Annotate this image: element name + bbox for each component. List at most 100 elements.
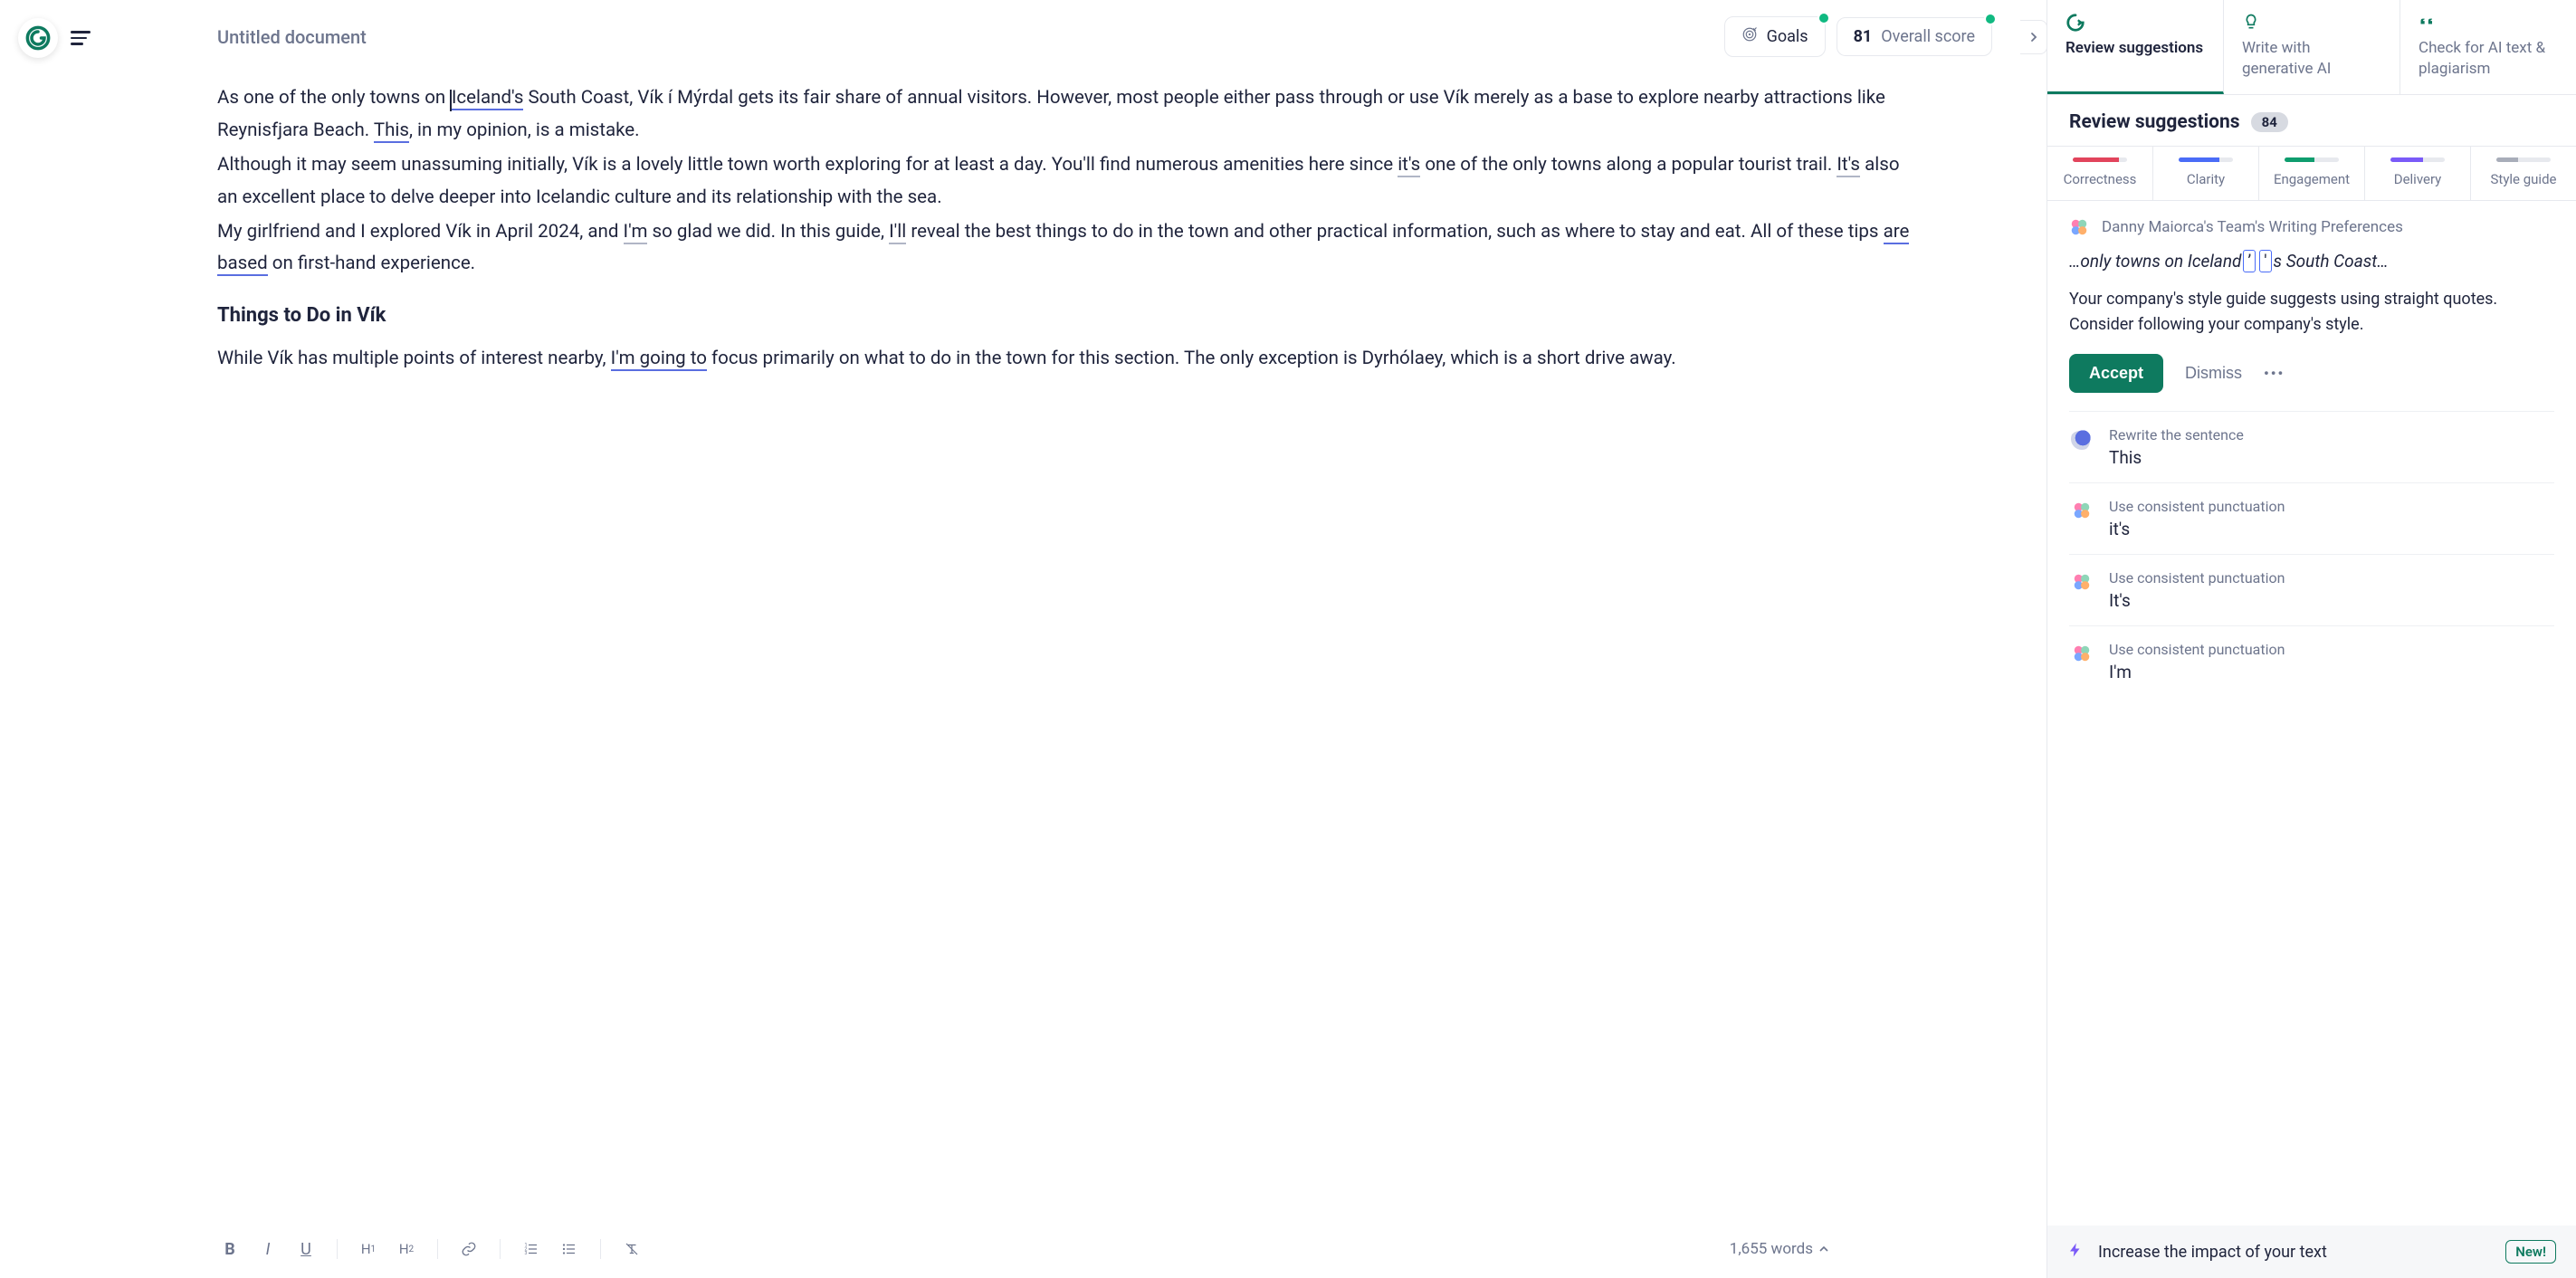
text: one of the only towns along a popular to…: [1420, 154, 1837, 176]
bolt-icon: [2067, 1242, 2084, 1262]
editor-content[interactable]: As one of the only towns on Iceland's So…: [0, 73, 2046, 1278]
replacement-char: ’: [2243, 250, 2256, 272]
suggestion-underline[interactable]: Iceland's: [452, 87, 524, 110]
style-guide-icon: [2069, 498, 2094, 523]
style-guide-icon: [2069, 217, 2089, 237]
separator: [437, 1239, 438, 1259]
word-count[interactable]: 1,655 words: [1730, 1240, 1829, 1258]
category-correctness[interactable]: Correctness: [2047, 147, 2153, 200]
suggestion-row[interactable]: Use consistent punctuation I'm: [2069, 625, 2554, 697]
suggestions-sidebar: Review suggestions Write with generative…: [2046, 0, 2576, 1278]
featured-suggestion-card: Danny Maiorca's Team's Writing Preferenc…: [2069, 201, 2554, 411]
replacement-char: ': [2259, 250, 2271, 272]
grammarly-logo[interactable]: [18, 18, 58, 58]
text: While Vík has multiple points of interes…: [217, 348, 611, 369]
text: focus primarily on what to do in the tow…: [707, 348, 1676, 369]
impact-banner[interactable]: Increase the impact of your text New!: [2047, 1226, 2576, 1278]
formatting-toolbar: B I U H1 H2 123 1,655 words: [0, 1224, 2046, 1278]
document-title[interactable]: Untitled document: [217, 26, 1706, 48]
h1-button[interactable]: H1: [356, 1236, 381, 1262]
clarity-icon: [2069, 426, 2094, 452]
text: on first-hand experience.: [268, 253, 475, 274]
suggestion-underline[interactable]: It's: [1837, 154, 1860, 177]
banner-text: Increase the impact of your text: [2098, 1243, 2491, 1262]
tab-label: Review suggestions: [2066, 38, 2205, 59]
menu-toggle-icon[interactable]: [71, 27, 92, 49]
suggestion-count-badge: 84: [2251, 112, 2288, 132]
word-count-text: 1,655 words: [1730, 1240, 1813, 1258]
goals-label: Goals: [1767, 27, 1808, 46]
tab-generative-ai[interactable]: Write with generative AI: [2224, 0, 2400, 94]
italic-button[interactable]: I: [255, 1236, 281, 1262]
heading-2: Things to Do in Vík: [217, 304, 1920, 327]
text: reveal the best things to do in the town…: [906, 221, 1883, 243]
separator: [337, 1239, 338, 1259]
collapse-sidebar-button[interactable]: [2020, 20, 2047, 54]
suggestion-underline[interactable]: I'll: [889, 221, 906, 244]
category-delivery[interactable]: Delivery: [2365, 147, 2471, 200]
svg-text:3: 3: [525, 1251, 528, 1256]
score-value: 81: [1854, 27, 1873, 46]
overall-score-button[interactable]: 81 Overall score: [1837, 17, 1992, 56]
text: As one of the only towns on: [217, 87, 450, 109]
target-icon: [1741, 26, 1758, 47]
lightbulb-icon: [2242, 13, 2381, 33]
suggestion-word: it's: [2109, 519, 2285, 539]
suggestion-explanation: Your company's style guide suggests usin…: [2069, 287, 2554, 338]
bold-button[interactable]: B: [217, 1236, 243, 1262]
suggestion-underline[interactable]: I'm going to: [611, 348, 707, 371]
suggestion-word: It's: [2109, 590, 2285, 611]
underline-button[interactable]: U: [293, 1236, 319, 1262]
tab-review-suggestions[interactable]: Review suggestions: [2047, 0, 2224, 94]
clear-formatting-button[interactable]: [619, 1236, 644, 1262]
suggestion-source: Danny Maiorca's Team's Writing Preferenc…: [2102, 218, 2403, 236]
category-label: Style guide: [2491, 171, 2557, 187]
tab-label: Write with generative AI: [2242, 38, 2381, 80]
separator: [500, 1239, 501, 1259]
suggestion-type: Rewrite the sentence: [2109, 426, 2244, 443]
progress-bar: [2285, 157, 2339, 162]
suggestion-type: Use consistent punctuation: [2109, 498, 2285, 515]
style-guide-icon: [2069, 569, 2094, 595]
suggestion-underline[interactable]: This: [374, 119, 409, 143]
suggestion-underline[interactable]: it's: [1398, 154, 1420, 177]
goals-button[interactable]: Goals: [1724, 16, 1826, 57]
separator: [600, 1239, 601, 1259]
suggestion-row[interactable]: Use consistent punctuation It's: [2069, 554, 2554, 625]
new-badge: New!: [2505, 1240, 2556, 1264]
suggestion-underline[interactable]: I'm: [624, 221, 648, 244]
progress-bar: [2073, 157, 2127, 162]
tab-plagiarism[interactable]: Check for AI text & plagiarism: [2400, 0, 2576, 94]
score-label: Overall score: [1881, 27, 1975, 46]
category-clarity[interactable]: Clarity: [2153, 147, 2259, 200]
progress-bar: [2179, 157, 2233, 162]
accept-button[interactable]: Accept: [2069, 354, 2163, 393]
numbered-list-button[interactable]: 123: [519, 1236, 544, 1262]
text: My girlfriend and I explored Vík in Apri…: [217, 221, 624, 243]
category-label: Engagement: [2274, 171, 2350, 187]
quote-icon: [2419, 13, 2558, 33]
progress-bar: [2390, 157, 2445, 162]
text: , in my opinion, is a mistake.: [409, 119, 640, 141]
h2-button[interactable]: H2: [394, 1236, 419, 1262]
category-style-guide[interactable]: Style guide: [2471, 147, 2576, 200]
suggestion-row[interactable]: Rewrite the sentence This: [2069, 411, 2554, 482]
dismiss-button[interactable]: Dismiss: [2185, 364, 2242, 383]
category-engagement[interactable]: Engagement: [2259, 147, 2365, 200]
suggestion-type: Use consistent punctuation: [2109, 641, 2285, 658]
progress-bar: [2496, 157, 2551, 162]
suggestion-row[interactable]: Use consistent punctuation it's: [2069, 482, 2554, 554]
score-indicator-dot: [1984, 13, 1997, 25]
bullet-list-button[interactable]: [557, 1236, 582, 1262]
goals-indicator-dot: [1818, 12, 1830, 24]
tab-label: Check for AI text & plagiarism: [2419, 38, 2558, 80]
suggestion-preview: …only towns on Iceland’'s South Coast…: [2069, 250, 2554, 272]
suggestion-type: Use consistent punctuation: [2109, 569, 2285, 587]
text: so glad we did. In this guide,: [647, 221, 889, 243]
category-label: Clarity: [2187, 171, 2225, 187]
link-button[interactable]: [456, 1236, 482, 1262]
more-options-button[interactable]: •••: [2264, 365, 2285, 382]
category-label: Correctness: [2064, 171, 2137, 187]
text-cursor: [450, 90, 452, 111]
category-label: Delivery: [2394, 171, 2442, 187]
